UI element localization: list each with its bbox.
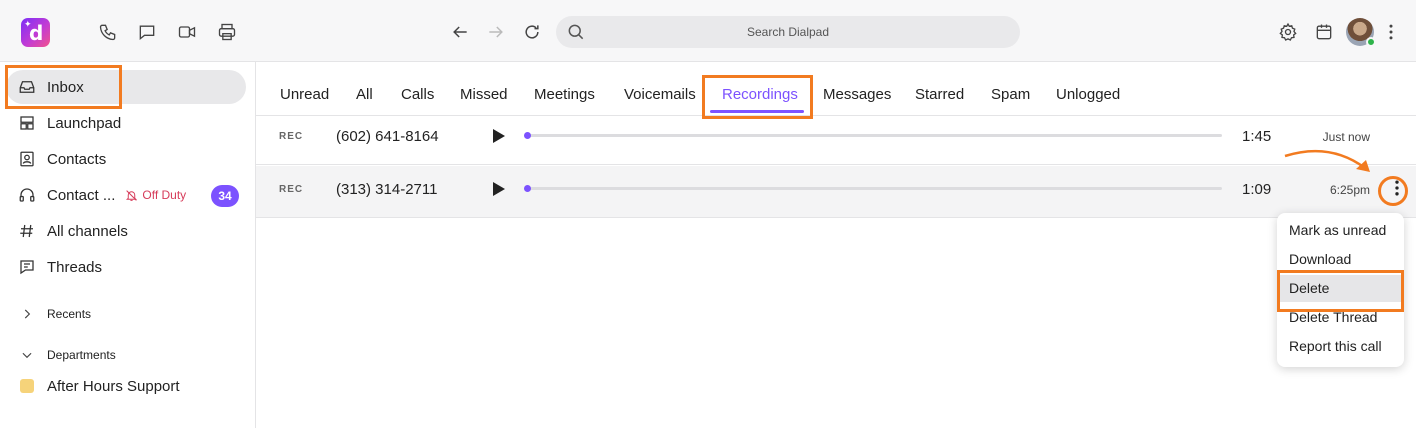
unread-count-badge: 34 (211, 185, 239, 207)
playback-handle[interactable] (524, 132, 531, 139)
more-vertical-icon[interactable] (1381, 21, 1401, 43)
callout-inbox (5, 65, 122, 109)
phone-number: (313) 314-2711 (336, 181, 438, 198)
callout-delete (1277, 270, 1404, 312)
recording-timestamp: Just now (1322, 130, 1370, 144)
dialpad-logo[interactable]: ✦ d (21, 18, 50, 47)
launchpad-icon (17, 113, 37, 133)
playback-progress-bar[interactable] (524, 185, 1222, 192)
rec-tag: REC (279, 184, 304, 195)
playback-handle[interactable] (524, 185, 531, 192)
sidebar-item-label: All channels (47, 222, 128, 240)
chevron-down-icon (22, 352, 32, 359)
recording-duration: 1:45 (1242, 128, 1272, 145)
departments-section-toggle[interactable]: Departments (20, 348, 116, 362)
message-icon[interactable] (136, 21, 158, 43)
playback-progress-bar[interactable] (524, 132, 1222, 139)
tab-unread[interactable]: Unread (280, 86, 329, 103)
menu-item-report-call[interactable]: Report this call (1277, 333, 1404, 360)
sidebar-item-after-hours-support[interactable]: After Hours Support (6, 369, 246, 403)
play-icon[interactable] (492, 128, 506, 144)
tab-calls[interactable]: Calls (401, 86, 434, 103)
recording-row[interactable]: REC (313) 314-2711 1:09 6:25pm (256, 166, 1416, 218)
recents-label: Recents (47, 307, 92, 321)
video-icon[interactable] (176, 21, 198, 43)
recording-row[interactable]: REC (602) 641-8164 1:45 Just now (256, 113, 1416, 165)
sidebar-item-label: Contacts (47, 150, 107, 168)
sidebar-item-label: Threads (47, 258, 103, 276)
threads-icon (17, 257, 37, 277)
recents-section-toggle[interactable]: Recents (20, 307, 91, 321)
phone-icon[interactable] (97, 21, 119, 43)
inbox-tabs: Unread All Calls Missed Meetings Voicema… (256, 62, 1416, 116)
top-bar: ✦ d Search Dialpad (0, 0, 1416, 62)
hash-icon (17, 221, 37, 241)
menu-item-mark-unread[interactable]: Mark as unread (1277, 217, 1404, 244)
play-icon[interactable] (492, 181, 506, 197)
rec-tag: REC (279, 131, 304, 142)
tab-missed[interactable]: Missed (460, 86, 508, 103)
print-icon[interactable] (216, 21, 238, 43)
contacts-icon (17, 149, 37, 169)
tab-spam[interactable]: Spam (991, 86, 1030, 103)
calendar-icon[interactable] (1313, 21, 1335, 43)
off-duty-status[interactable]: Off Duty (125, 188, 186, 202)
sidebar-item-all-channels[interactable]: All channels (6, 214, 246, 248)
sidebar-item-label: Launchpad (47, 114, 122, 132)
tab-starred[interactable]: Starred (915, 86, 964, 103)
sidebar: Inbox Launchpad Contacts Contact ... Off… (0, 62, 256, 428)
callout-more-options (1378, 176, 1408, 206)
phone-number: (602) 641-8164 (336, 128, 439, 145)
online-status-dot (1366, 37, 1376, 47)
user-avatar[interactable] (1346, 18, 1376, 47)
search-bar[interactable]: Search Dialpad (556, 16, 1020, 48)
refresh-icon[interactable] (521, 21, 543, 43)
tab-voicemails[interactable]: Voicemails (624, 86, 696, 103)
forward-arrow-icon[interactable] (485, 21, 507, 43)
sidebar-item-contacts[interactable]: Contacts (6, 142, 246, 176)
gear-icon[interactable] (1277, 21, 1299, 43)
sidebar-item-label: After Hours Support (47, 377, 180, 395)
chevron-right-icon (24, 309, 31, 319)
callout-recordings-tab (702, 75, 813, 119)
department-color-swatch (20, 379, 34, 393)
sidebar-item-label: Contact ... (47, 186, 116, 204)
sidebar-item-launchpad[interactable]: Launchpad (6, 106, 246, 140)
back-arrow-icon[interactable] (449, 21, 471, 43)
logo-letter: d (29, 21, 44, 45)
menu-item-download[interactable]: Download (1277, 246, 1404, 273)
sidebar-item-threads[interactable]: Threads (6, 250, 246, 284)
recording-timestamp: 6:25pm (1329, 183, 1370, 197)
departments-label: Departments (47, 348, 116, 362)
recording-duration: 1:09 (1242, 181, 1272, 198)
headset-icon (17, 185, 37, 205)
sidebar-item-contact-center[interactable]: Contact ... Off Duty 34 (6, 178, 246, 212)
callout-arrow (1284, 149, 1370, 172)
off-duty-label: Off Duty (142, 188, 187, 202)
tab-unlogged[interactable]: Unlogged (1056, 86, 1120, 103)
tab-all[interactable]: All (356, 86, 373, 103)
tab-meetings[interactable]: Meetings (534, 86, 595, 103)
tab-messages[interactable]: Messages (823, 86, 891, 103)
search-placeholder: Search Dialpad (746, 25, 830, 39)
bell-off-icon (126, 189, 138, 201)
